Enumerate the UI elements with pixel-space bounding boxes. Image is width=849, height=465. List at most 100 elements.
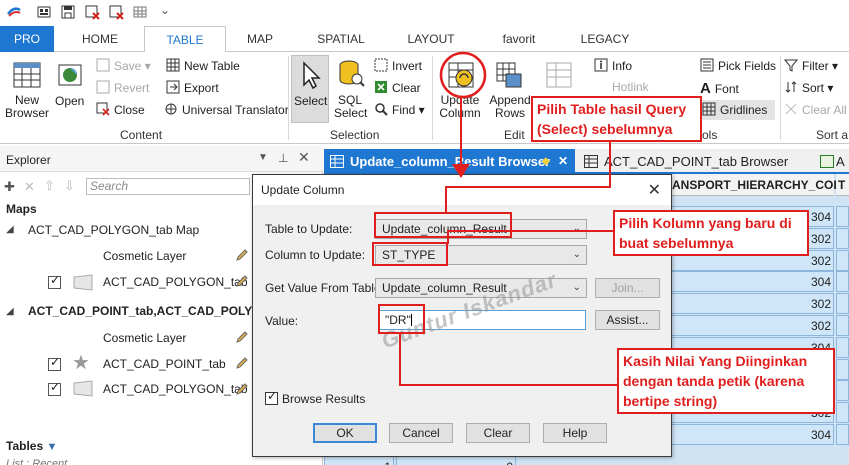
move-up-icon[interactable]: ⇧ xyxy=(44,178,55,194)
table-cell[interactable]: 1 xyxy=(324,456,394,465)
table-grid-icon[interactable] xyxy=(132,4,148,20)
export-button[interactable]: Export xyxy=(166,80,219,95)
universal-translator-button[interactable]: Universal Translator xyxy=(164,102,289,117)
new-table-button[interactable]: New Table xyxy=(166,58,240,73)
layer-item[interactable]: ACT_CAD_POLYGON_tab xyxy=(103,378,248,400)
find-button[interactable]: Find ▾ xyxy=(374,102,425,117)
table-cell[interactable]: 304 xyxy=(670,424,834,445)
help-button[interactable]: Help xyxy=(543,423,607,443)
new-browser-button[interactable]: New Browser xyxy=(4,94,50,120)
open-workspace-icon[interactable] xyxy=(36,4,52,20)
hotlink-button[interactable]: Hotlink xyxy=(612,80,649,94)
tab-table[interactable]: TABLE xyxy=(144,26,226,53)
layer-visibility-checkbox[interactable] xyxy=(48,380,61,396)
map-item[interactable]: ACT_CAD_POINT_tab,ACT_CAD_POLYGON xyxy=(28,300,280,322)
table-cell[interactable] xyxy=(836,249,849,271)
table-cell[interactable]: 304 xyxy=(670,271,834,293)
filter-button[interactable]: Filter ▾ xyxy=(784,58,838,73)
list-recent-label[interactable]: List : Recent xyxy=(6,453,67,465)
collapse-icon[interactable]: ◢ xyxy=(6,306,14,317)
tab-favorit[interactable]: favorit xyxy=(484,26,554,52)
pin-icon[interactable]: ◆ xyxy=(542,149,550,174)
tab-legacy[interactable]: LEGACY xyxy=(570,26,640,52)
clear-button[interactable]: Clear xyxy=(466,423,530,443)
layer-item[interactable]: ACT_CAD_POLYGON_tab xyxy=(103,271,248,293)
layer-item[interactable]: ACT_CAD_POINT_tab xyxy=(103,353,226,375)
tab-pro[interactable]: PRO xyxy=(0,26,54,52)
append-rows-button[interactable]: Append Rows xyxy=(488,94,532,120)
close-window-icon[interactable] xyxy=(108,4,124,20)
close-table-icon xyxy=(96,102,110,116)
table-cell[interactable]: 302 xyxy=(670,315,834,336)
tables-dropdown-icon[interactable]: ▼ xyxy=(46,441,57,453)
edit-pencil-icon[interactable] xyxy=(235,274,249,288)
tab-map[interactable]: MAP xyxy=(232,26,288,52)
invert-button[interactable]: Invert xyxy=(374,58,422,73)
browse-results-checkbox[interactable] xyxy=(265,389,278,405)
save-workspace-icon[interactable] xyxy=(60,4,76,20)
open-button[interactable]: Open xyxy=(55,94,84,108)
edit-pencil-icon[interactable] xyxy=(235,330,249,344)
cancel-button[interactable]: Cancel xyxy=(389,423,453,443)
cosmetic-layer-item[interactable]: Cosmetic Layer xyxy=(103,245,186,267)
edit-pencil-icon[interactable] xyxy=(235,248,249,262)
cosmetic-layer-item[interactable]: Cosmetic Layer xyxy=(103,327,186,349)
save-button[interactable]: Save ▾ xyxy=(96,58,151,73)
table-cell[interactable] xyxy=(836,315,849,336)
info-button[interactable]: Info xyxy=(594,58,632,73)
edit-pencil-icon[interactable] xyxy=(235,356,249,370)
close-icon[interactable]: ✕ xyxy=(648,180,661,200)
column-header[interactable]: ANSPORT_HIERARCHY_CODE xyxy=(670,174,849,196)
add-icon[interactable]: ✚ xyxy=(4,179,15,195)
sql-select-button[interactable]: SQL Select xyxy=(334,94,367,120)
table-cell[interactable] xyxy=(836,358,849,380)
qat-dropdown-icon[interactable]: ⌄ xyxy=(160,3,170,17)
panel-dropdown-icon[interactable]: ▼ xyxy=(258,152,268,163)
explorer-search-input[interactable]: Search xyxy=(86,178,250,195)
close-panel-icon[interactable]: ✕ xyxy=(298,149,310,166)
table-cell[interactable]: 302 xyxy=(670,293,834,315)
assist-button[interactable]: Assist... xyxy=(595,310,660,330)
pick-fields-button[interactable]: Pick Fields xyxy=(700,58,776,73)
clear-all-button[interactable]: Clear All xyxy=(784,102,847,117)
close-button[interactable]: Close xyxy=(96,102,145,117)
table-cell[interactable] xyxy=(836,227,849,249)
table-cell[interactable] xyxy=(836,336,849,358)
table-cell[interactable] xyxy=(836,424,849,445)
tab-layout[interactable]: LAYOUT xyxy=(396,26,466,52)
move-down-icon[interactable]: ⇩ xyxy=(64,178,75,194)
map-item[interactable]: ACT_CAD_POLYGON_tab Map xyxy=(28,219,199,241)
tab-home[interactable]: HOME xyxy=(66,26,134,52)
close-all-icon[interactable] xyxy=(84,4,100,20)
font-button[interactable]: A Font xyxy=(700,80,739,97)
gridlines-button[interactable]: Gridlines xyxy=(702,102,767,117)
pin-icon[interactable]: ⊥ xyxy=(278,151,288,165)
select-arrow-icon xyxy=(303,61,321,90)
table-cell[interactable] xyxy=(836,402,849,424)
clear-selection-button[interactable]: Clear xyxy=(374,80,421,95)
select-button[interactable]: Select xyxy=(294,94,327,108)
table-cell[interactable] xyxy=(836,271,849,293)
join-button[interactable]: Join... xyxy=(595,278,660,298)
table-cell[interactable] xyxy=(836,293,849,315)
collapse-icon[interactable]: ◢ xyxy=(6,224,14,235)
layer-visibility-checkbox[interactable] xyxy=(48,355,61,371)
tab-update-column-result-browser[interactable]: Update_column_Result Browser ◆ ✕ xyxy=(324,149,575,174)
layer-visibility-checkbox[interactable] xyxy=(48,273,61,289)
tab-third-window[interactable]: A xyxy=(818,149,849,174)
column-header[interactable]: T xyxy=(836,174,849,196)
table-cell[interactable] xyxy=(836,206,849,227)
ok-button[interactable]: OK xyxy=(313,423,377,443)
revert-button[interactable]: Revert xyxy=(96,80,149,95)
tab-spatial[interactable]: SPATIAL xyxy=(306,26,376,52)
close-tab-icon[interactable]: ✕ xyxy=(558,149,568,174)
sort-button[interactable]: Sort ▾ xyxy=(784,80,833,95)
table-cell[interactable] xyxy=(836,380,849,402)
table-cell[interactable]: 0 xyxy=(396,456,516,465)
tab-act-cad-point-browser[interactable]: ACT_CAD_POINT_tab Browser xyxy=(578,149,816,174)
quick-access-toolbar: ⌄ xyxy=(0,0,849,26)
remove-icon[interactable]: ✕ xyxy=(24,179,35,195)
app-logo-icon xyxy=(7,7,21,17)
edit-pencil-icon[interactable] xyxy=(235,382,249,396)
dialog-title: Update Column xyxy=(261,183,345,197)
